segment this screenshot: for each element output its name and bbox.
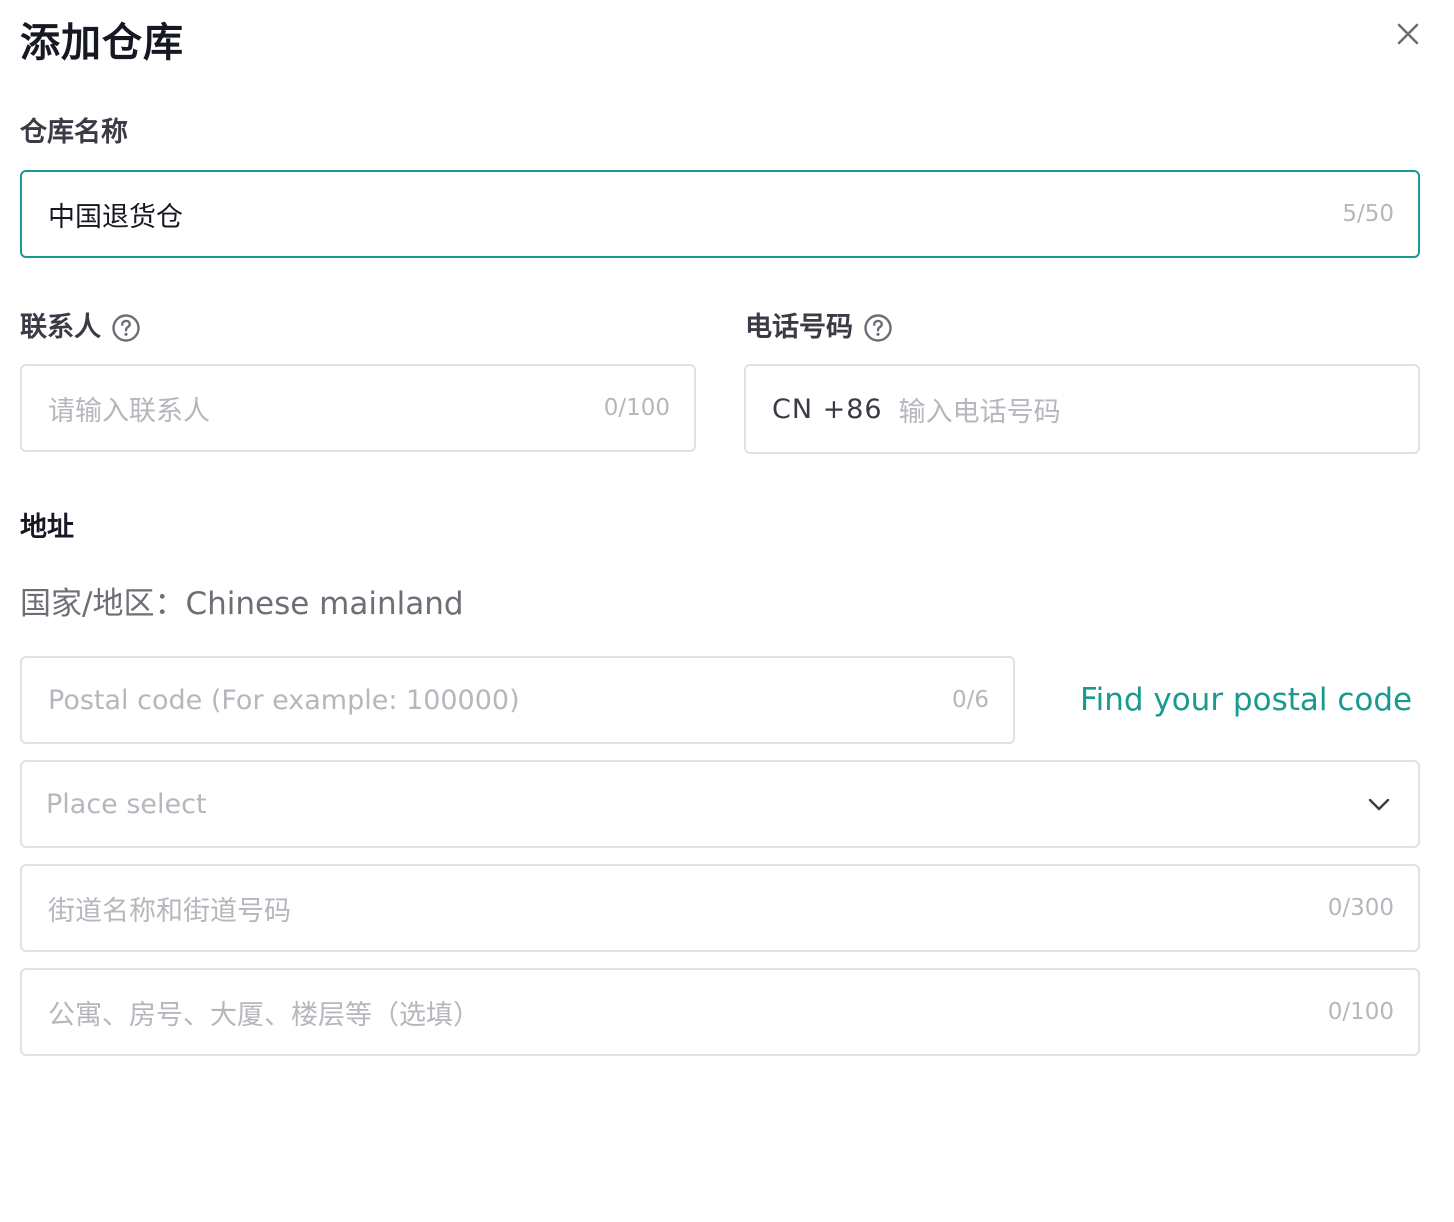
warehouse-name-input[interactable]: 中国退货仓 5/50 — [20, 170, 1420, 258]
postal-code-counter: 0/6 — [951, 687, 989, 713]
phone-placeholder: 输入电话号码 — [898, 396, 1061, 428]
postal-code-placeholder: Postal code (For example: 100000) — [48, 684, 520, 716]
postal-code-input[interactable]: Postal code (For example: 100000) 0/6 — [20, 656, 1015, 744]
phone-country-code[interactable]: CN +86 — [772, 394, 883, 425]
region-select[interactable]: Place select — [20, 760, 1420, 848]
warehouse-name-label: 仓库名称 — [20, 117, 128, 148]
phone-label: 电话号码 — [745, 310, 893, 346]
chevron-down-icon — [1366, 791, 1392, 817]
dialog-title: 添加仓库 — [20, 20, 184, 66]
close-button[interactable] — [1392, 18, 1424, 50]
country-value: Chinese mainland — [185, 586, 464, 622]
question-circle-icon[interactable] — [863, 313, 893, 343]
street-counter: 0/300 — [1327, 895, 1394, 921]
find-postal-code-link[interactable]: Find your postal code — [1080, 678, 1412, 722]
warehouse-name-counter: 5/50 — [1342, 201, 1394, 227]
apartment-counter: 0/100 — [1327, 999, 1394, 1025]
street-placeholder: 街道名称和街道号码 — [48, 895, 291, 927]
question-circle-icon[interactable] — [111, 313, 141, 343]
contact-counter: 0/100 — [603, 395, 670, 421]
country-label: 国家/地区： — [20, 586, 186, 622]
contact-label: 联系人 — [20, 310, 141, 346]
apartment-placeholder: 公寓、房号、大厦、楼层等（选填） — [48, 999, 480, 1031]
address-section-title: 地址 — [20, 512, 74, 543]
contact-placeholder: 请输入联系人 — [48, 395, 210, 427]
region-select-placeholder: Place select — [46, 788, 207, 820]
apartment-input[interactable]: 公寓、房号、大厦、楼层等（选填） 0/100 — [20, 968, 1420, 1056]
warehouse-name-value: 中国退货仓 — [48, 201, 183, 233]
street-input[interactable]: 街道名称和街道号码 0/300 — [20, 864, 1420, 952]
contact-input[interactable]: 请输入联系人 0/100 — [20, 364, 696, 452]
close-icon — [1392, 18, 1424, 50]
add-warehouse-dialog: 添加仓库 仓库名称 中国退货仓 5/50 联系人 请输入联系人 0/100 电话… — [0, 0, 1454, 1222]
phone-input[interactable]: CN +86 输入电话号码 — [744, 364, 1420, 454]
country-region: 国家/地区：Chinese mainland — [20, 584, 464, 624]
